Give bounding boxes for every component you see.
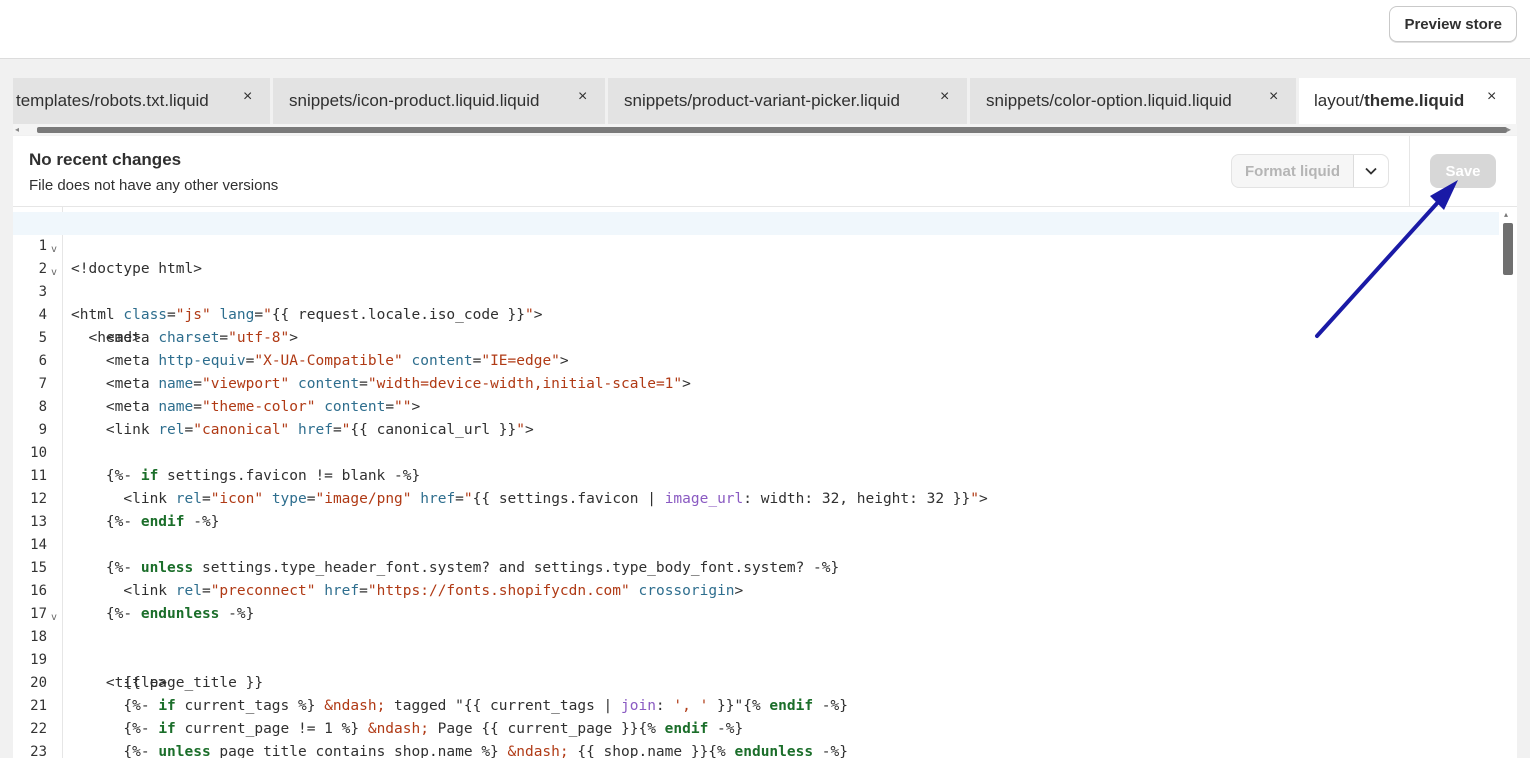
format-options-button[interactable]: [1353, 155, 1388, 187]
code-line[interactable]: 18 v <title>: [13, 603, 1499, 691]
divider: [1409, 136, 1410, 206]
scroll-left-icon[interactable]: ◂: [15, 125, 19, 134]
tab-theme-liquid[interactable]: layout/theme.liquid ×: [1299, 78, 1517, 124]
code-line[interactable]: 4 <meta charset="utf-8">: [13, 281, 1499, 346]
file-tabs: templates/robots.txt.liquid × snippets/i…: [13, 78, 1517, 124]
format-liquid-button[interactable]: Format liquid: [1232, 155, 1353, 187]
code-line[interactable]: 10 {%- if settings.favicon != blank -%}: [13, 419, 1499, 484]
code-editor: No recent changes File does not have any…: [13, 136, 1517, 758]
tab-label: snippets/color-option.liquid.liquid: [986, 91, 1232, 110]
code-line[interactable]: 24: [13, 741, 1499, 758]
save-button[interactable]: Save: [1430, 154, 1496, 188]
code-line[interactable]: 23 </title>: [13, 718, 1499, 758]
tab-label: snippets/product-variant-picker.liquid: [624, 91, 900, 110]
code-line[interactable]: 11 <link rel="icon" type="image/png" hre…: [13, 442, 1499, 507]
tab-product-variant-picker[interactable]: snippets/product-variant-picker.liquid ×: [608, 78, 968, 124]
tab-robots-txt[interactable]: templates/robots.txt.liquid ×: [13, 78, 271, 124]
close-icon[interactable]: ×: [243, 88, 252, 106]
code-line[interactable]: 21 {%- if current_page != 1 %} &ndash; P…: [13, 672, 1499, 737]
code-line[interactable]: 12 {%- endif -%}: [13, 465, 1499, 530]
code-line[interactable]: 5 <meta http-equiv="X-UA-Compatible" con…: [13, 304, 1499, 369]
editor-header: No recent changes File does not have any…: [13, 136, 1517, 207]
close-icon[interactable]: ×: [578, 88, 587, 106]
tabs-scrollbar[interactable]: ◂ ▸: [13, 124, 1517, 135]
code-line[interactable]: 16 {%- endunless -%}: [13, 557, 1499, 622]
code-line[interactable]: 20 {%- if current_tags %} &ndash; tagged…: [13, 649, 1499, 714]
close-icon[interactable]: ×: [940, 88, 949, 106]
tab-label-filename: theme.liquid: [1364, 91, 1465, 110]
tab-label: snippets/icon-product.liquid.liquid: [289, 91, 540, 110]
code-line[interactable]: 1 <!doctype html>: [13, 212, 1499, 277]
tab-label: layout/theme.liquid: [1311, 91, 1464, 111]
scrollbar-thumb[interactable]: [1503, 223, 1513, 275]
version-status-title: No recent changes: [29, 150, 182, 169]
tab-label: templates/robots.txt.liquid: [16, 91, 209, 110]
code-line[interactable]: 8 <link rel="canonical" href="{{ canonic…: [13, 373, 1499, 438]
scrollbar-thumb[interactable]: [37, 127, 1507, 133]
scroll-right-icon[interactable]: ▸: [1507, 125, 1511, 134]
scroll-up-icon[interactable]: ▴: [1504, 210, 1508, 219]
editor-scrollbar[interactable]: ▴: [1501, 207, 1515, 758]
code-line[interactable]: 17: [13, 580, 1499, 622]
code-line[interactable]: 15 <link rel="preconnect" href="https://…: [13, 534, 1499, 599]
code-line[interactable]: 19 {{ page_title }}: [13, 626, 1499, 691]
tab-label-prefix: layout/: [1314, 91, 1365, 110]
close-icon[interactable]: ×: [1269, 88, 1278, 106]
code-line[interactable]: 3 v <head>: [13, 258, 1499, 346]
code-line[interactable]: 7 <meta name="theme-color" content="">: [13, 350, 1499, 415]
close-icon[interactable]: ×: [1487, 88, 1496, 106]
top-bar: Preview store: [0, 0, 1530, 59]
code-line[interactable]: 14 {%- unless settings.type_header_font.…: [13, 511, 1499, 576]
code-line[interactable]: 13: [13, 488, 1499, 530]
tab-icon-product[interactable]: snippets/icon-product.liquid.liquid ×: [273, 78, 606, 124]
format-liquid-group: Format liquid: [1231, 154, 1389, 188]
code-line[interactable]: 6 <meta name="viewport" content="width=d…: [13, 327, 1499, 392]
preview-store-button[interactable]: Preview store: [1389, 6, 1517, 42]
code-line[interactable]: 2 v <html class="js" lang="{{ request.lo…: [13, 235, 1499, 323]
version-status-subtitle: File does not have any other versions: [29, 177, 279, 194]
code-line[interactable]: 22 {%- unless page_title contains shop.n…: [13, 695, 1499, 758]
code-area[interactable]: 1 <!doctype html> 2 v <html class="js" l…: [13, 207, 1517, 758]
chevron-down-icon: [1365, 167, 1377, 175]
code-line[interactable]: 9: [13, 396, 1499, 438]
tab-color-option[interactable]: snippets/color-option.liquid.liquid ×: [970, 78, 1297, 124]
